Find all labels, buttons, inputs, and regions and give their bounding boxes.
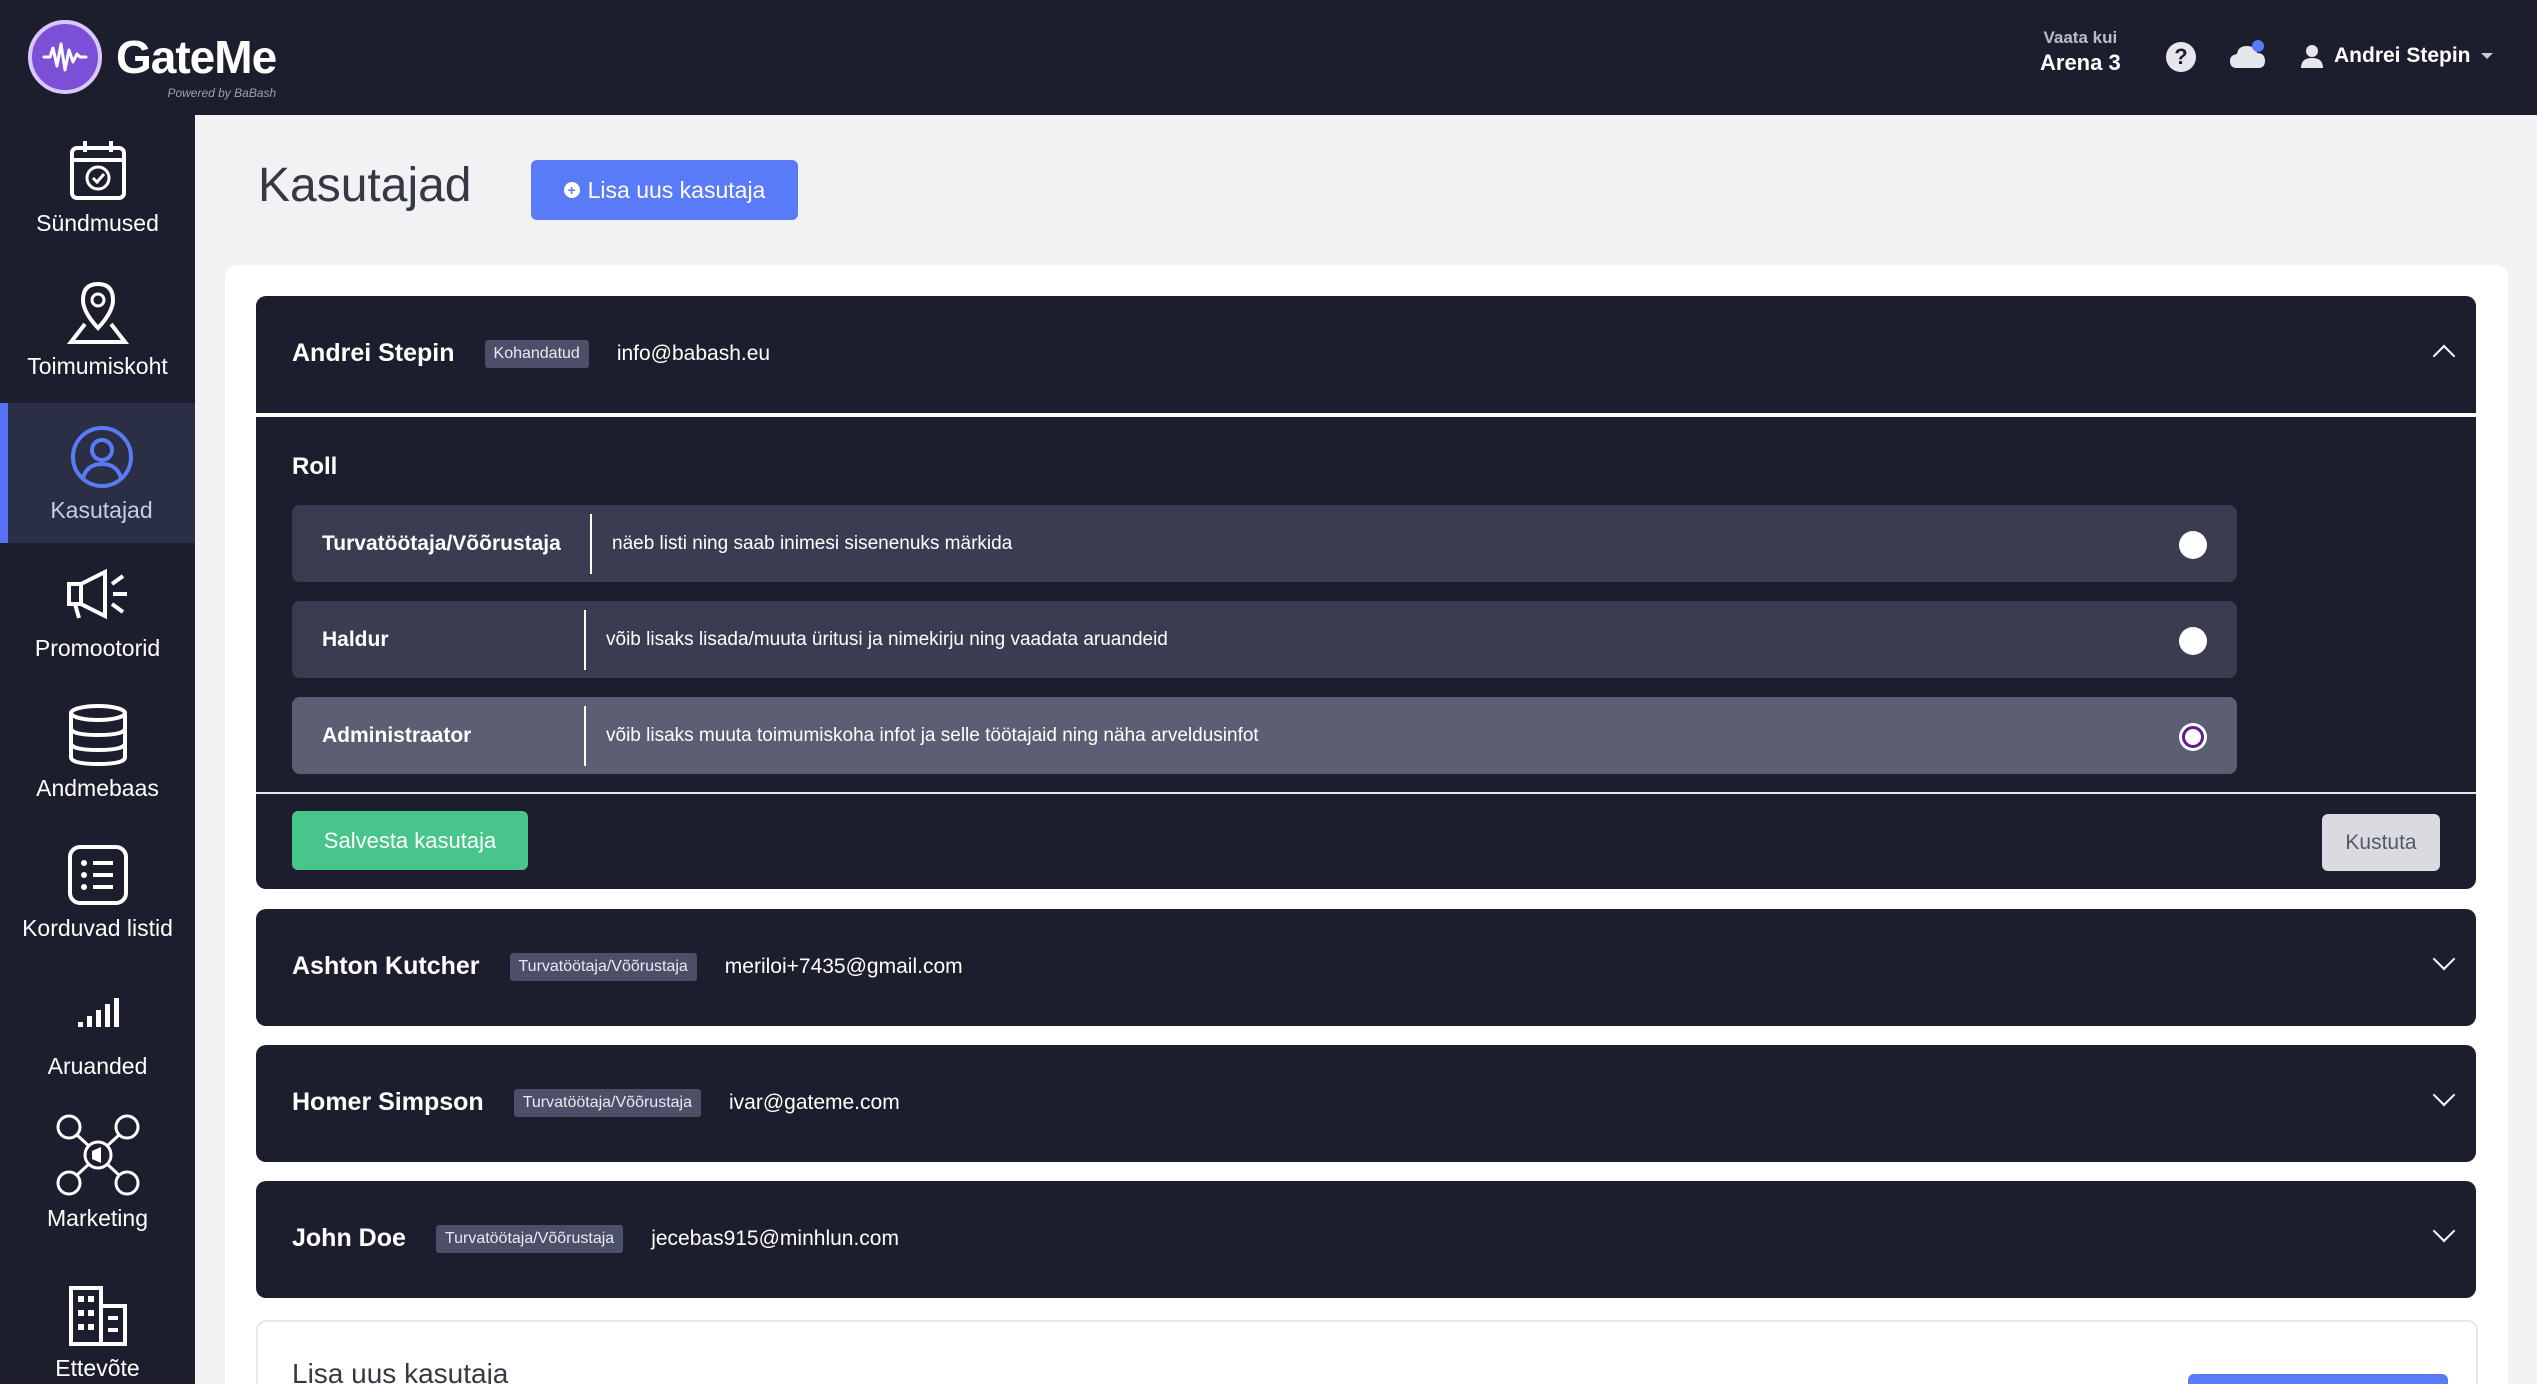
view-as-switcher[interactable]: Vaata kui Arena 3 [2040, 28, 2121, 76]
save-user-button[interactable]: Salvesta kasutaja [292, 811, 528, 870]
chevron-down-icon [2480, 53, 2493, 59]
user-icon [2301, 45, 2323, 68]
user-circle-icon [69, 417, 135, 497]
user-name: Andrei Stepin [292, 339, 455, 367]
user-menu[interactable]: Andrei Stepin [2300, 44, 2493, 68]
social-network-icon [55, 1105, 141, 1205]
sidebar-item-korduvad-listid[interactable]: Korduvad listid [0, 835, 195, 955]
user-name: John Doe [292, 1224, 406, 1252]
megaphone-icon [65, 555, 131, 635]
user-email: meriloi+7435@gmail.com [724, 954, 963, 978]
building-icon [67, 1275, 129, 1355]
role-name: Turvatöötaja/Võõrustaja [292, 513, 592, 574]
user-row-homer-simpson[interactable]: Homer Simpson Turvatöötaja/Võõrustaja iv… [256, 1045, 2476, 1162]
role-radio[interactable] [2179, 627, 2207, 655]
divider [256, 792, 2476, 794]
sidebar-item-kasutajad[interactable]: Kasutajad [0, 403, 195, 543]
sidebar-item-label: Kasutajad [50, 497, 153, 523]
database-icon [67, 695, 129, 775]
sidebar-item-label: Ettevõte [55, 1355, 140, 1381]
role-badge: Turvatöötaja/Võõrustaja [435, 1224, 624, 1253]
role-description: võib lisaks lisada/muuta üritusi ja nime… [606, 628, 1168, 650]
add-user-label: Lisa uus kasutaja [587, 176, 766, 203]
location-pin-icon [66, 273, 129, 353]
brand-subtitle: Powered by BaBash [167, 86, 277, 100]
role-section-label: Roll [292, 453, 338, 480]
user-email: info@babash.eu [616, 341, 771, 365]
sidebar-item-label: Sündmused [36, 210, 159, 236]
role-badge: Turvatöötaja/Võõrustaja [513, 1088, 701, 1117]
signal-bars-icon [76, 973, 120, 1053]
sidebar-item-sundmused[interactable]: Sündmused [0, 130, 195, 250]
list-icon [67, 835, 129, 915]
cloud-icon[interactable] [2228, 38, 2268, 74]
user-row-john-doe[interactable]: John Doe Turvatöötaja/Võõrustaja jecebas… [256, 1181, 2476, 1298]
role-radio[interactable] [2179, 531, 2207, 559]
question-circle-icon[interactable]: ? [2166, 42, 2196, 72]
chevron-down-icon[interactable] [2432, 947, 2456, 971]
role-name: Administraator [292, 705, 586, 766]
role-badge: Turvatöötaja/Võõrustaja [509, 952, 697, 981]
new-user-title: Lisa uus kasutaja [292, 1358, 509, 1384]
sidebar-item-label: Toimumiskoht [27, 353, 168, 379]
role-name: Haldur [292, 609, 586, 670]
sidebar: Sündmused Toimumiskoht Kasutajad Promoot… [0, 115, 195, 1384]
role-description: võib lisaks muuta toimumiskoha infot ja … [606, 724, 1259, 746]
sidebar-item-ettevote[interactable]: Ettevõte [0, 1275, 195, 1384]
sidebar-item-andmebaas[interactable]: Andmebaas [0, 695, 195, 815]
chevron-down-icon[interactable] [2432, 1219, 2456, 1243]
user-edit-panel: Roll Turvatöötaja/Võõrustaja näeb listi … [256, 415, 2476, 889]
sidebar-item-toimumiskoht[interactable]: Toimumiskoht [0, 273, 195, 393]
calendar-icon [68, 130, 128, 210]
user-row-ashton-kutcher[interactable]: Ashton Kutcher Turvatöötaja/Võõrustaja m… [256, 909, 2476, 1026]
user-email: ivar@gateme.com [728, 1090, 900, 1114]
new-user-submit-button[interactable] [2188, 1374, 2448, 1384]
page-title: Kasutajad [258, 159, 472, 212]
sidebar-item-label: Aruanded [47, 1053, 148, 1079]
brand-name: GateMe [116, 31, 277, 83]
logo[interactable]: GateMe Powered by BaBash [28, 20, 277, 100]
role-option-haldur[interactable]: Haldur võib lisaks lisada/muuta üritusi … [292, 601, 2237, 678]
user-email: jecebas915@minhlun.com [651, 1226, 899, 1250]
sidebar-item-label: Marketing [47, 1205, 148, 1231]
top-bar: GateMe Powered by BaBash Vaata kui Arena… [0, 0, 2537, 115]
user-name: Andrei Stepin [2334, 44, 2471, 67]
view-as-label: Vaata kui [2043, 28, 2118, 47]
user-name: Ashton Kutcher [292, 952, 480, 980]
delete-user-button[interactable]: Kustuta [2322, 814, 2440, 871]
user-row-andrei-stepin[interactable]: Andrei Stepin Kohandatud info@babash.eu [256, 296, 2476, 413]
plus-circle-icon: + [563, 182, 580, 198]
sidebar-item-marketing[interactable]: Marketing [0, 1105, 195, 1235]
waveform-icon [28, 20, 102, 94]
new-user-section: Lisa uus kasutaja [256, 1320, 2478, 1384]
add-user-button[interactable]: + Lisa uus kasutaja [531, 160, 798, 220]
sidebar-item-promootorid[interactable]: Promootorid [0, 555, 195, 675]
view-as-value: Arena 3 [2040, 50, 2121, 75]
role-option-turvatootaja[interactable]: Turvatöötaja/Võõrustaja näeb listi ning … [292, 505, 2237, 582]
sidebar-item-label: Andmebaas [36, 775, 159, 801]
role-description: näeb listi ning saab inimesi sisenenuks … [612, 532, 1013, 554]
role-radio-selected[interactable] [2179, 723, 2207, 751]
user-name: Homer Simpson [292, 1088, 484, 1116]
chevron-up-icon[interactable] [2432, 344, 2456, 368]
role-badge: Kohandatud [484, 339, 589, 368]
chevron-down-icon[interactable] [2432, 1083, 2456, 1107]
sidebar-item-label: Promootorid [34, 635, 161, 661]
sidebar-item-label: Korduvad listid [22, 915, 173, 941]
sidebar-item-aruanded[interactable]: Aruanded [0, 973, 195, 1083]
role-option-administraator[interactable]: Administraator võib lisaks muuta toimumi… [292, 697, 2237, 774]
